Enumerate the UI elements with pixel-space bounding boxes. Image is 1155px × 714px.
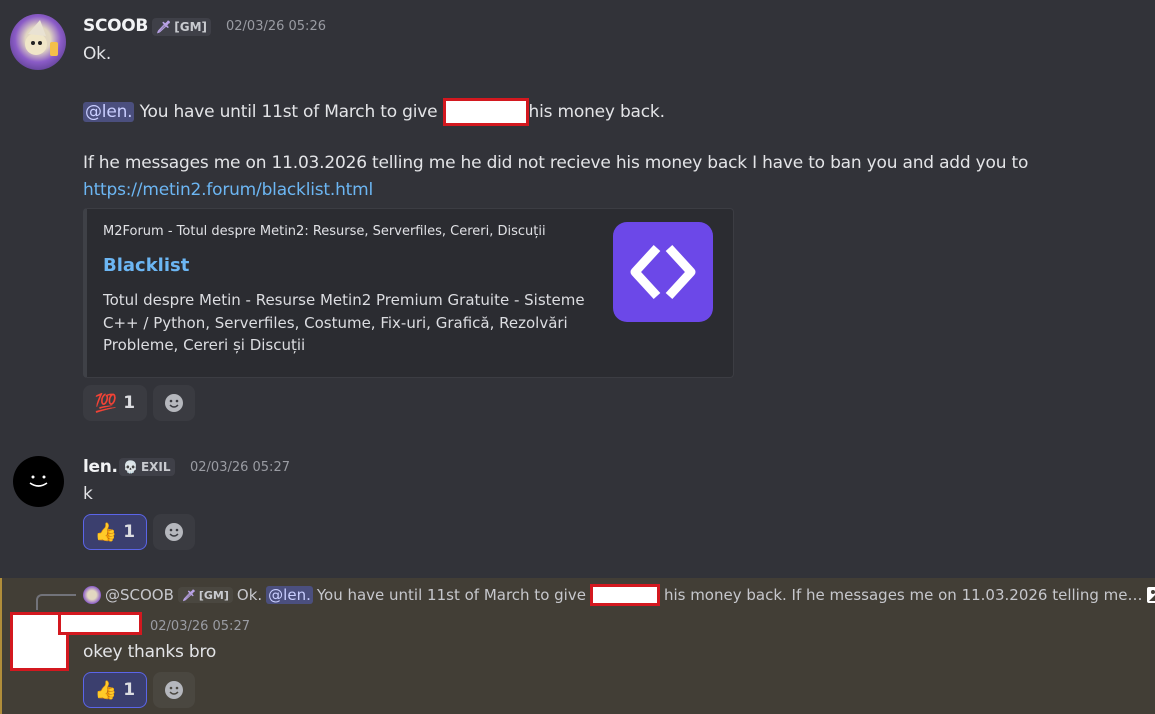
reply-preview[interactable]: @SCOOB 🗡 [GM] Ok. @len. You have until 11… [83, 584, 1155, 606]
message-line: @len. You have until 11st of March to gi… [83, 98, 665, 126]
role-badge: 💀 EXIL [119, 458, 175, 476]
wizard-avatar-icon [25, 20, 58, 56]
thumbs-up-emoji: 👍 [94, 679, 118, 701]
reply-author[interactable]: @SCOOB [105, 586, 174, 604]
user-mention[interactable]: @len. [83, 102, 135, 122]
reaction-count: 1 [123, 393, 136, 413]
avatar-scoob[interactable] [10, 14, 66, 70]
message-text: okey thanks bro [83, 642, 217, 662]
timestamp: 02/03/26 05:27 [150, 619, 250, 634]
redacted-username [58, 612, 142, 635]
redacted-box [442, 98, 529, 126]
smiley-icon [165, 681, 183, 699]
smile-avatar-icon [29, 475, 48, 487]
sword-icon: 🗡 [181, 588, 196, 602]
reaction-thumbs-up[interactable]: 👍 1 [83, 514, 147, 550]
blacklist-link[interactable]: https://metin2.forum/blacklist.html [83, 180, 373, 200]
skull-icon: 💀 [123, 460, 138, 474]
avatar-len[interactable] [13, 456, 64, 507]
smiley-icon [165, 523, 183, 541]
message-line: If he messages me on 11.03.2026 telling … [83, 153, 1029, 173]
message-text: k [83, 484, 93, 504]
sword-icon: 🗡 [156, 20, 172, 34]
reply-connector [36, 594, 76, 610]
user-mention[interactable]: @len. [266, 586, 313, 604]
reaction-thumbs-up[interactable]: 👍 1 [83, 672, 147, 708]
add-reaction-button[interactable] [153, 672, 195, 708]
hundred-emoji: 💯 [94, 392, 118, 414]
embed-description: Totul despre Metin - Resurse Metin2 Prem… [103, 291, 585, 354]
message-line: Ok. [83, 44, 112, 64]
embed-title[interactable]: Blacklist [103, 255, 189, 276]
author-name[interactable]: len. [83, 457, 118, 477]
timestamp: 02/03/26 05:26 [226, 19, 326, 34]
timestamp: 02/03/26 05:27 [190, 460, 290, 475]
reaction-100[interactable]: 💯 1 [83, 385, 147, 421]
reaction-count: 1 [123, 680, 136, 700]
reaction-count: 1 [123, 522, 136, 542]
embed-provider[interactable]: M2Forum - Totul despre Metin2: Resurse, … [103, 224, 546, 239]
redacted-box [589, 584, 660, 606]
role-badge: 🗡 [GM] [152, 18, 211, 36]
m2forum-logo-icon [630, 244, 696, 300]
reply-avatar [83, 586, 101, 604]
author-name[interactable]: SCOOB [83, 16, 148, 36]
link-embed: M2Forum - Totul despre Metin2: Resurse, … [83, 208, 734, 378]
smiley-icon [165, 394, 183, 412]
role-badge: 🗡 [GM] [177, 587, 233, 603]
add-reaction-button[interactable] [153, 514, 195, 550]
add-reaction-button[interactable] [153, 385, 195, 421]
image-icon [1147, 587, 1155, 603]
thumbs-up-emoji: 👍 [94, 521, 118, 543]
embed-thumbnail[interactable] [613, 222, 713, 322]
